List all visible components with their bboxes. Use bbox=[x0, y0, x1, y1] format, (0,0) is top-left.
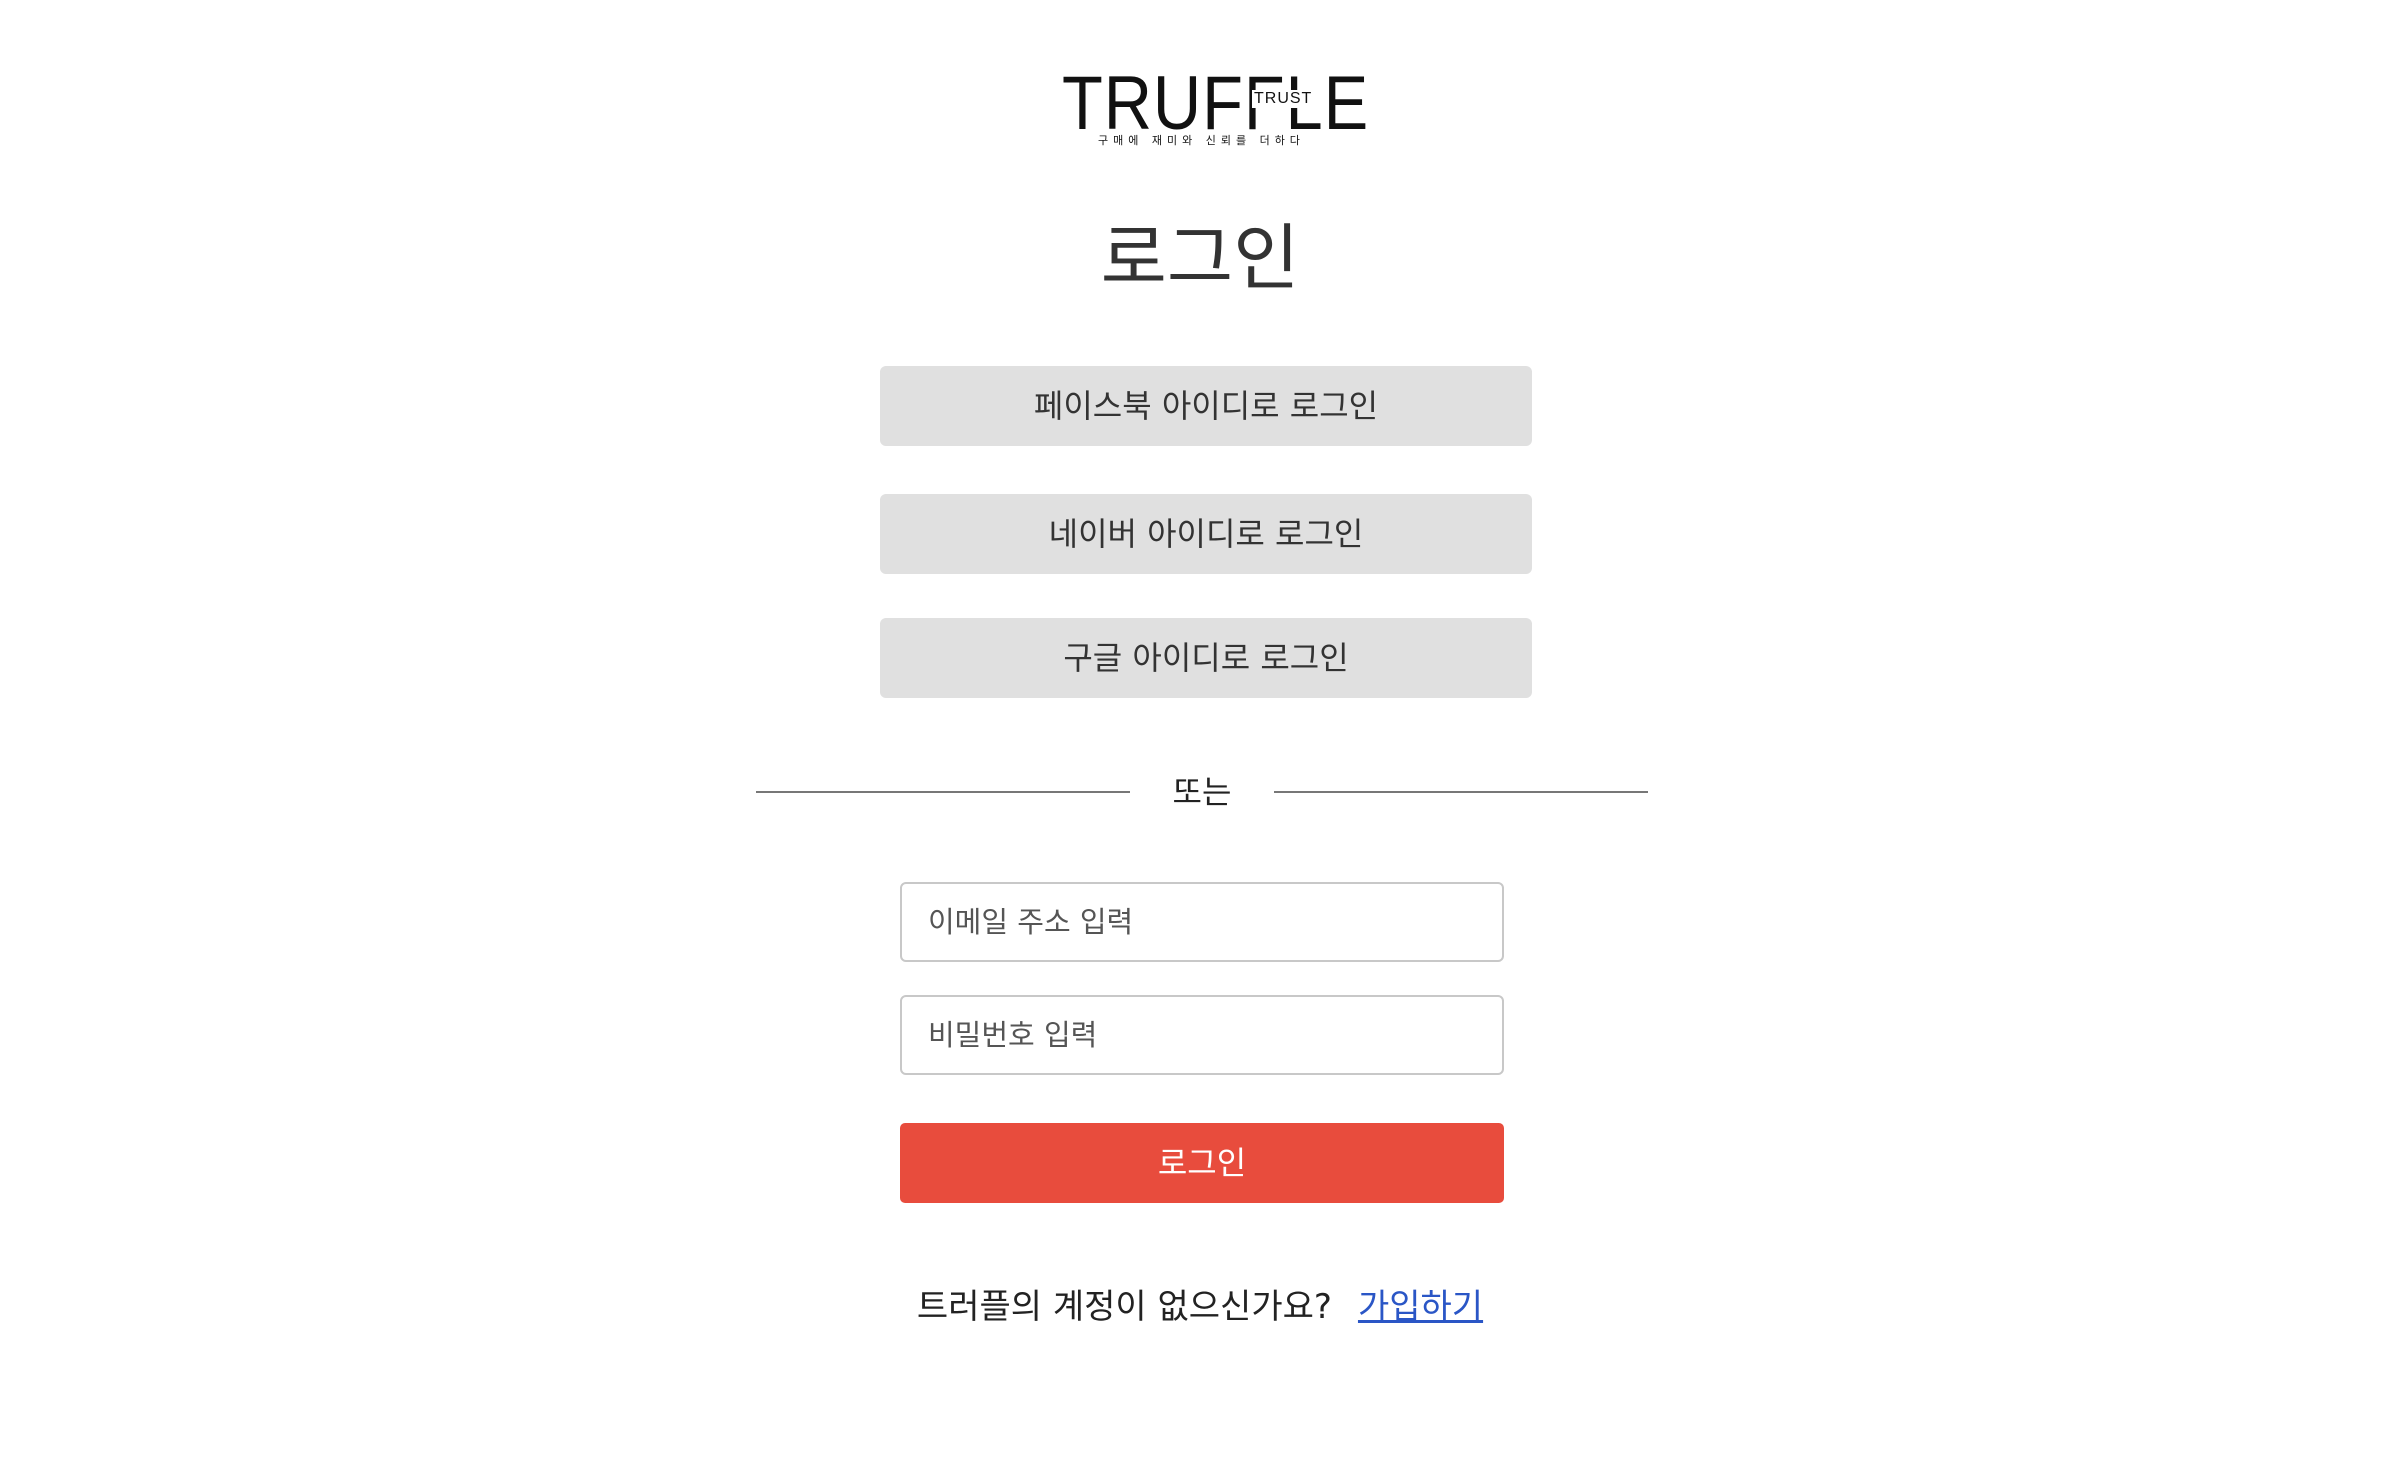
signup-link[interactable]: 가입하기 bbox=[1358, 1287, 1483, 1327]
google-login-button[interactable]: 구글 아이디로 로그인 bbox=[880, 618, 1532, 698]
logo-badge: TRUST bbox=[1252, 90, 1315, 108]
naver-login-button[interactable]: 네이버 아이디로 로그인 bbox=[880, 494, 1532, 574]
divider-text: 또는 bbox=[1172, 773, 1232, 811]
truffle-logo[interactable]: TRUFFLE TRUST 구매에 재미와 신뢰를 더하다 bbox=[1062, 62, 1368, 150]
login-button[interactable]: 로그인 bbox=[900, 1123, 1504, 1203]
divider-line-left bbox=[756, 791, 1130, 793]
signup-prompt-text: 트러플의 계정이 없으신가요? bbox=[916, 1287, 1332, 1327]
divider-line-right bbox=[1274, 791, 1648, 793]
logo-tagline: 구매에 재미와 신뢰를 더하다 bbox=[1098, 134, 1305, 147]
email-field[interactable] bbox=[900, 882, 1504, 962]
password-field[interactable] bbox=[900, 995, 1504, 1075]
facebook-login-button[interactable]: 페이스북 아이디로 로그인 bbox=[880, 366, 1532, 446]
login-page: TRUFFLE TRUST 구매에 재미와 신뢰를 더하다 로그인 페이스북 아… bbox=[0, 0, 2400, 1476]
signup-prompt-row: 트러플의 계정이 없으신가요? 가입하기 bbox=[0, 1282, 2400, 1332]
page-title: 로그인 bbox=[1100, 216, 1300, 300]
